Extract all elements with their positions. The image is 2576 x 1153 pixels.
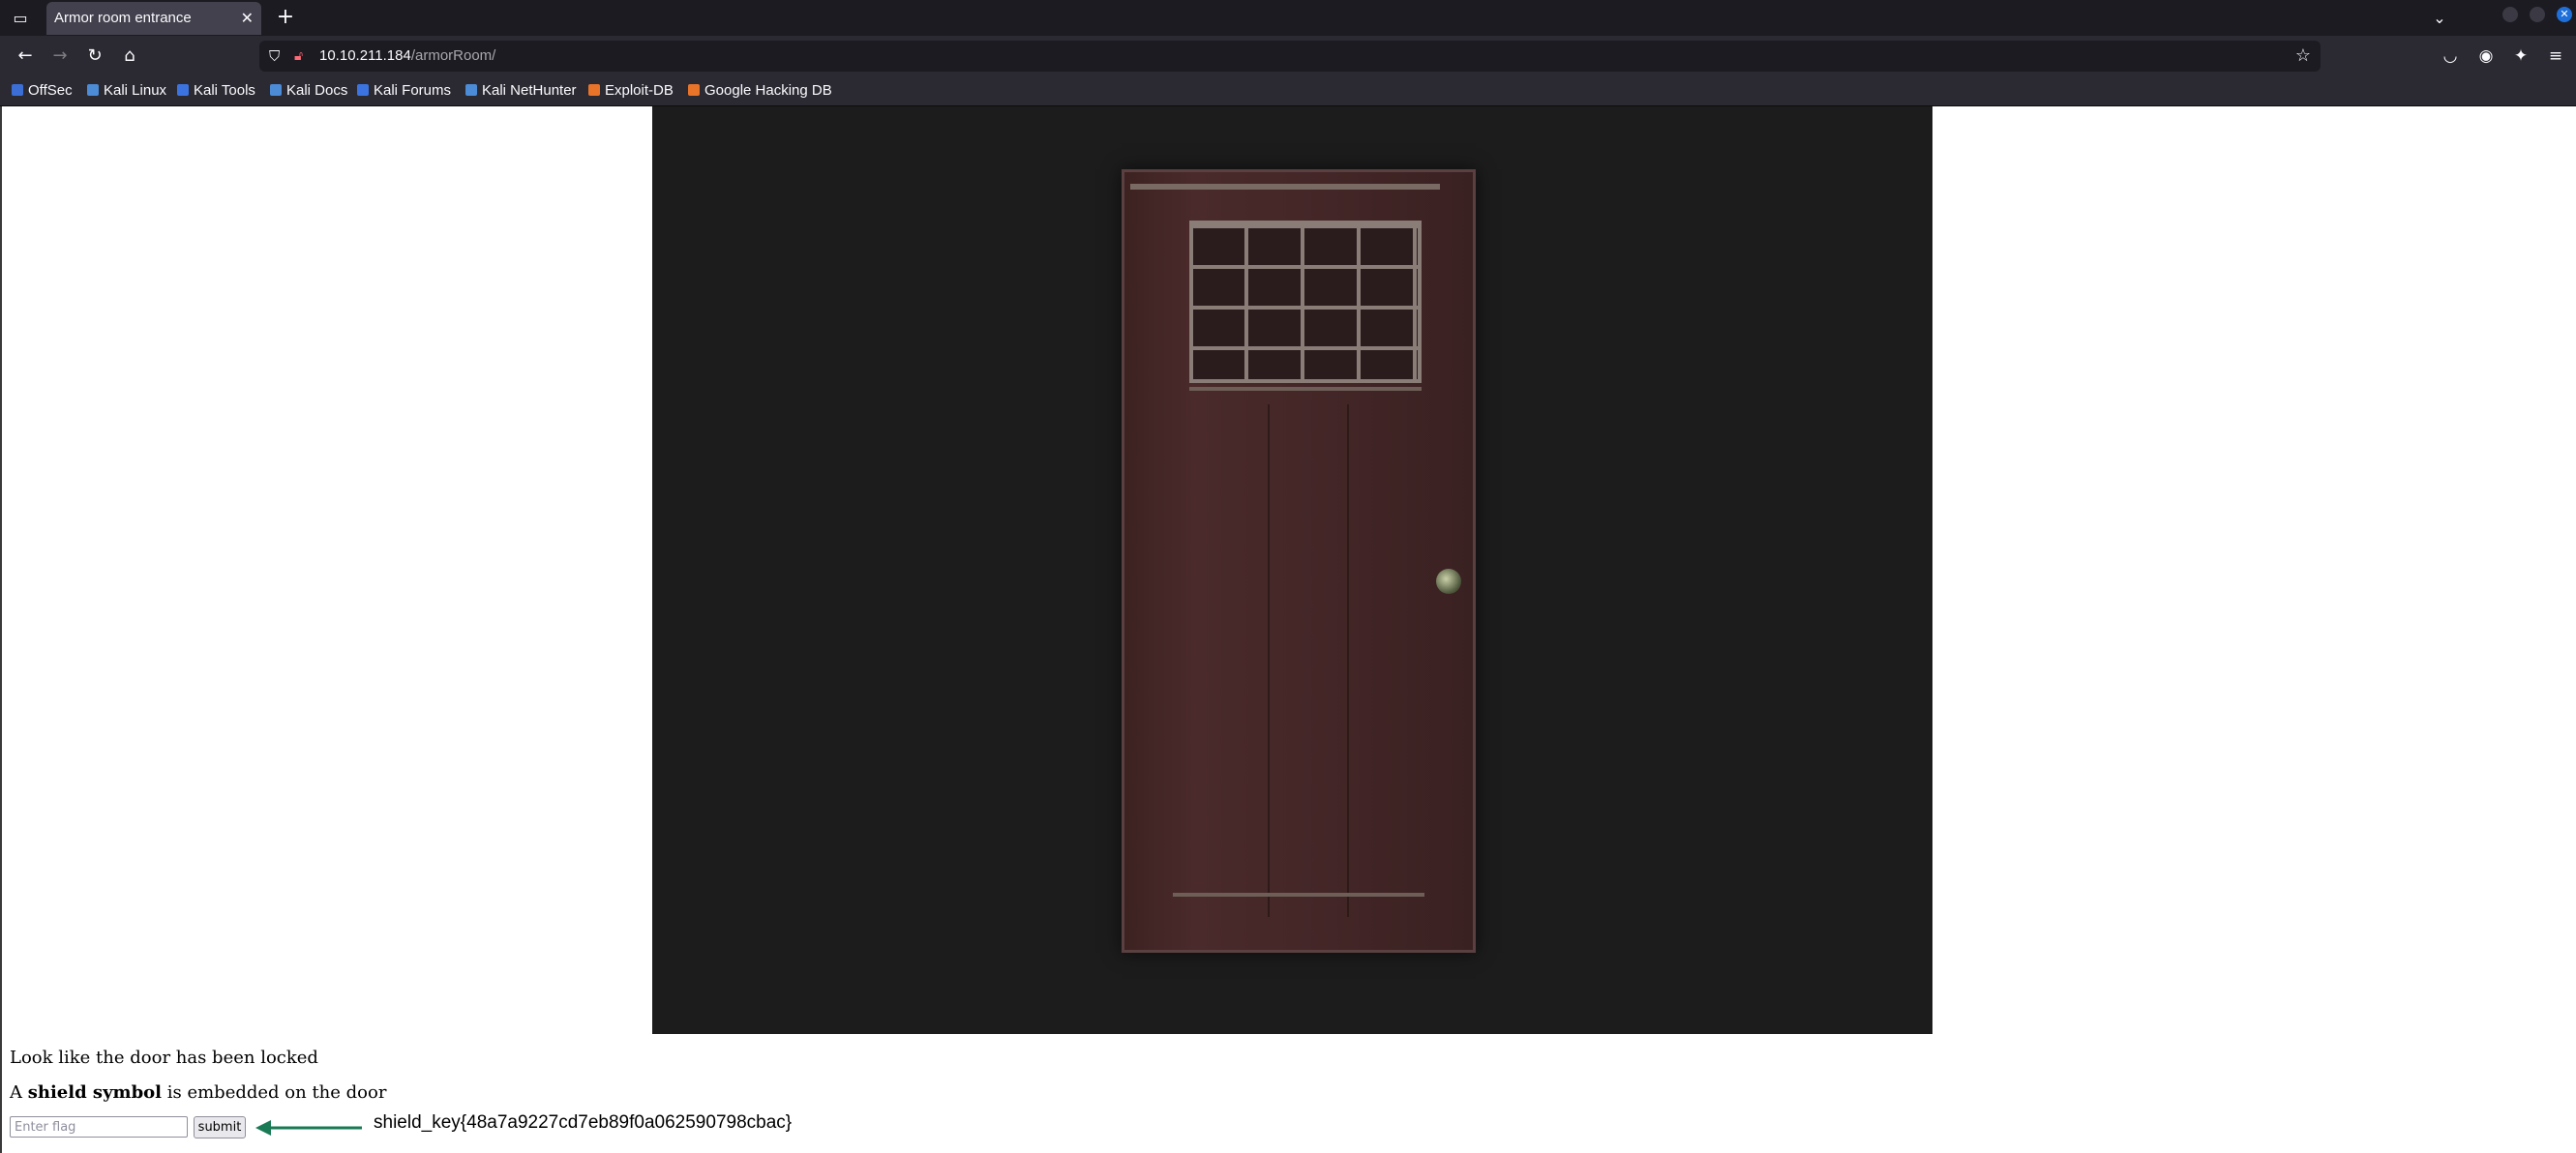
insecure-lock-icon[interactable]: 🔓︎ xyxy=(294,41,303,72)
bookmark-item[interactable]: OffSec xyxy=(12,76,73,105)
door-panel-line xyxy=(1268,404,1270,917)
bookmark-label: Google Hacking DB xyxy=(704,82,832,99)
bookmark-favicon-icon xyxy=(688,84,700,96)
account-icon[interactable]: ◉ xyxy=(2471,41,2501,72)
navigation-toolbar: ← → ↻ ⌂ ⛉ 🔓︎ 10.10.211.184/armorRoom/ ☆ … xyxy=(0,36,2576,76)
bookmark-favicon-icon xyxy=(588,84,600,96)
bookmark-favicon-icon xyxy=(465,84,477,96)
home-icon[interactable]: ⌂ xyxy=(114,41,145,72)
url-host: 10.10.211.184 xyxy=(319,47,411,64)
shield-message-prefix: A xyxy=(10,1082,28,1103)
door-window xyxy=(1189,221,1422,383)
bookmark-item[interactable]: Kali Linux xyxy=(87,76,166,105)
tab-list-icon[interactable]: ▭ xyxy=(8,7,33,30)
door-top-rail xyxy=(1130,184,1440,190)
bookmark-favicon-icon xyxy=(87,84,99,96)
bookmark-favicon-icon xyxy=(12,84,23,96)
bookmark-label: Kali Forums xyxy=(374,82,452,99)
bookmark-label: Kali NetHunter xyxy=(482,82,577,99)
bookmark-label: Kali Docs xyxy=(286,82,348,99)
close-icon[interactable]: ✕ xyxy=(241,2,254,35)
shield-symbol-text: shield symbol xyxy=(27,1082,163,1103)
window-maximize-button[interactable] xyxy=(2530,7,2545,22)
chevron-down-icon[interactable]: ⌄ xyxy=(2425,4,2454,33)
tab-title: Armor room entrance xyxy=(54,10,192,26)
door-window-sill xyxy=(1189,387,1422,391)
door-illustration xyxy=(1122,169,1476,953)
flag-input[interactable] xyxy=(10,1116,188,1138)
annotation-text: shield_key{48a7a9227cd7eb89f0a062590798c… xyxy=(374,1112,793,1133)
bookmark-label: OffSec xyxy=(28,82,73,99)
door-bottom-rail xyxy=(1173,893,1424,897)
back-arrow-icon[interactable]: ← xyxy=(10,41,41,72)
bookmark-favicon-icon xyxy=(177,84,189,96)
door-knob xyxy=(1436,569,1461,594)
tracking-shield-icon[interactable]: ⛉ xyxy=(269,41,280,72)
tab-active[interactable]: Armor room entrance ✕ xyxy=(46,2,261,35)
bookmark-item[interactable]: Kali Tools xyxy=(177,76,255,105)
url-path: /armorRoom/ xyxy=(410,47,496,64)
hamburger-menu-icon[interactable]: ≡ xyxy=(2540,41,2571,72)
bookmark-star-icon[interactable]: ☆ xyxy=(2295,41,2311,72)
door-image xyxy=(652,106,1932,1034)
pocket-icon[interactable]: ◡ xyxy=(2435,41,2466,72)
bookmark-item[interactable]: Google Hacking DB xyxy=(688,76,832,105)
bookmark-item[interactable]: Kali Forums xyxy=(357,76,451,105)
bookmark-favicon-icon xyxy=(270,84,282,96)
bookmark-item[interactable]: Kali Docs xyxy=(270,76,347,105)
url-bar[interactable]: ⛉ 🔓︎ 10.10.211.184/armorRoom/ ☆ xyxy=(259,41,2321,72)
window-minimize-button[interactable] xyxy=(2502,7,2518,22)
bookmark-item[interactable]: Exploit-DB xyxy=(588,76,674,105)
forward-arrow-icon[interactable]: → xyxy=(45,41,75,72)
bookmark-favicon-icon xyxy=(357,84,369,96)
shield-message: A shield symbol is embedded on the door xyxy=(10,1082,386,1103)
reload-icon[interactable]: ↻ xyxy=(79,41,110,72)
window-close-button[interactable]: ✕ xyxy=(2557,7,2572,22)
url-text[interactable]: 10.10.211.184/armorRoom/ xyxy=(319,41,495,72)
door-panel-line xyxy=(1347,404,1349,917)
page-content: Look like the door has been locked A shi… xyxy=(0,106,2576,1153)
extensions-puzzle-icon[interactable]: ✦ xyxy=(2505,41,2536,72)
bookmark-label: Kali Linux xyxy=(104,82,167,99)
bookmark-label: Kali Tools xyxy=(194,82,255,99)
locked-message: Look like the door has been locked xyxy=(10,1048,318,1068)
bookmark-label: Exploit-DB xyxy=(605,82,674,99)
tab-bar: ▭ Armor room entrance ✕ + ⌄ ✕ xyxy=(0,0,2576,36)
shield-message-suffix: is embedded on the door xyxy=(162,1082,387,1103)
submit-button[interactable]: submit xyxy=(194,1116,246,1138)
annotation-arrow-icon xyxy=(255,1120,362,1136)
bookmarks-toolbar: OffSec Kali Linux Kali Tools Kali Docs Kali … xyxy=(0,76,2576,106)
bookmark-item[interactable]: Kali NetHunter xyxy=(465,76,577,105)
plus-icon[interactable]: + xyxy=(271,2,300,33)
